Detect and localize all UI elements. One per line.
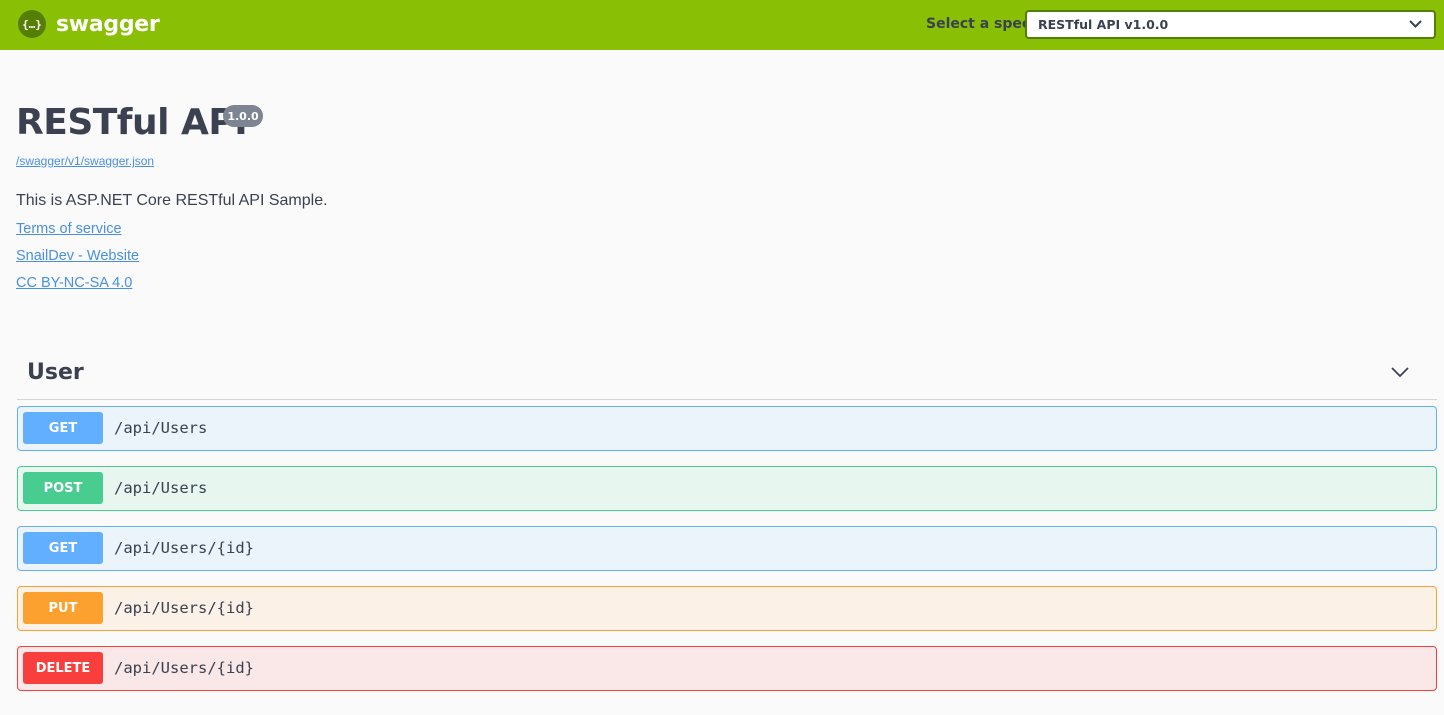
chevron-down-icon[interactable] <box>1391 366 1409 378</box>
tag-section-user[interactable]: User <box>17 352 1437 400</box>
operation-path: /api/Users/{id} <box>114 539 254 557</box>
api-description: This is ASP.NET Core RESTful API Sample. <box>16 192 328 209</box>
operation-get-users[interactable]: GET /api/Users <box>17 406 1437 451</box>
spec-url-link[interactable]: /swagger/v1/swagger.json <box>16 154 154 168</box>
operation-path: /api/Users <box>114 479 208 497</box>
operation-post-users[interactable]: POST /api/Users <box>17 466 1437 511</box>
method-badge: GET <box>23 532 103 564</box>
tag-name: User <box>27 360 84 385</box>
operation-path: /api/Users/{id} <box>114 599 254 617</box>
operation-get-user-by-id[interactable]: GET /api/Users/{id} <box>17 526 1437 571</box>
topbar: {…} swagger Select a spec RESTful API v1… <box>0 0 1444 50</box>
spec-select[interactable]: RESTful API v1.0.0 <box>1025 10 1436 39</box>
operation-path: /api/Users/{id} <box>114 659 254 677</box>
method-badge: DELETE <box>23 652 103 684</box>
operation-put-user-by-id[interactable]: PUT /api/Users/{id} <box>17 586 1437 631</box>
method-badge: GET <box>23 412 103 444</box>
version-badge: 1.0.0 <box>223 105 263 127</box>
terms-of-service-link[interactable]: Terms of service <box>16 221 122 237</box>
select-spec-label: Select a spec <box>926 16 1031 32</box>
method-badge: POST <box>23 472 103 504</box>
chevron-down-icon <box>1409 20 1422 28</box>
method-badge: PUT <box>23 592 103 624</box>
page-title: RESTful API <box>16 102 248 143</box>
website-link[interactable]: SnailDev - Website <box>16 248 139 264</box>
swagger-logo-icon: {…} <box>18 10 46 38</box>
operation-path: /api/Users <box>114 419 208 437</box>
spec-select-value: RESTful API v1.0.0 <box>1038 17 1169 32</box>
license-link[interactable]: CC BY-NC-SA 4.0 <box>16 275 132 291</box>
swagger-logo[interactable]: {…} swagger <box>18 10 160 38</box>
swagger-logo-text: swagger <box>56 11 160 37</box>
operation-delete-user-by-id[interactable]: DELETE /api/Users/{id} <box>17 646 1437 691</box>
